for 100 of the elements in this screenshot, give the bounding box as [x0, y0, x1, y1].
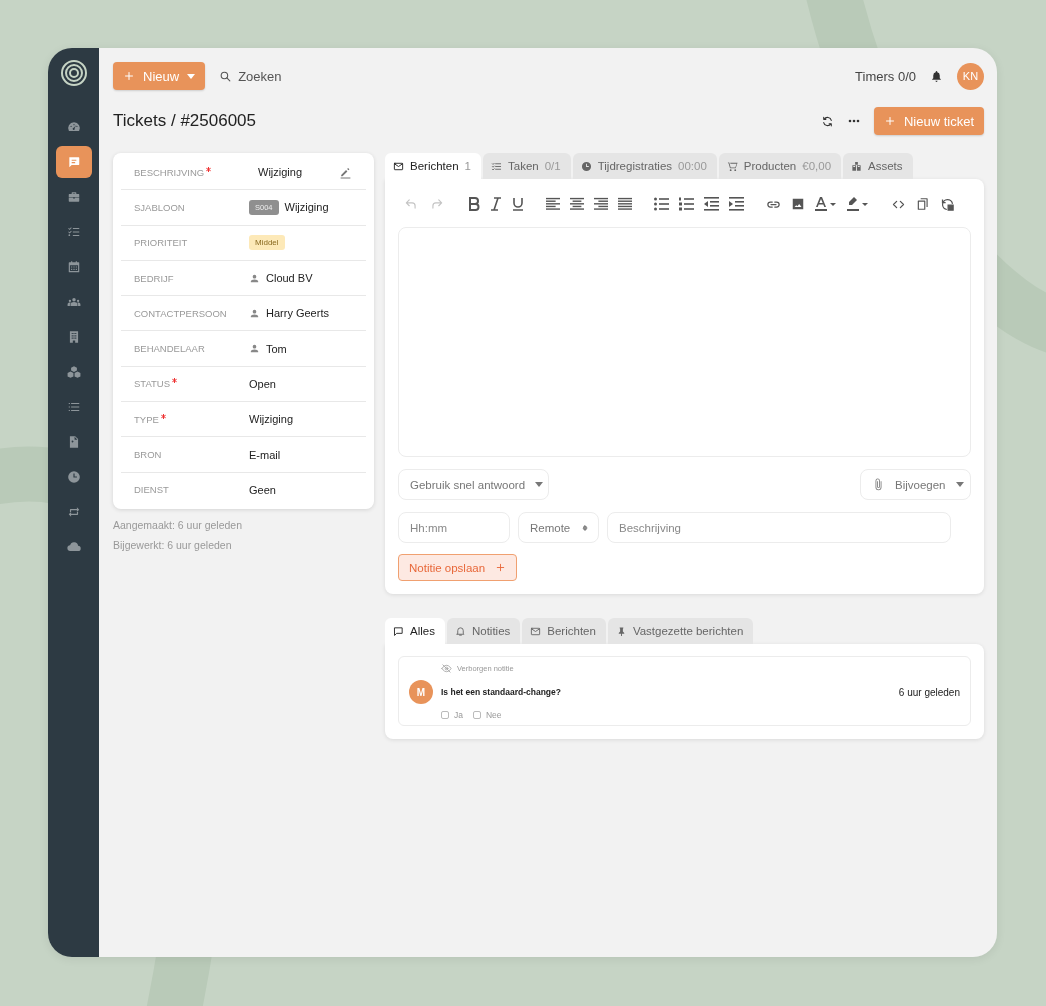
field-label: DIENST — [134, 484, 169, 496]
page-title: Tickets / #2506005 — [113, 111, 257, 131]
calendar-icon — [66, 260, 81, 274]
preview-icon[interactable] — [940, 196, 955, 212]
more-icon[interactable] — [847, 119, 860, 123]
indent-icon[interactable] — [729, 197, 744, 211]
time-field[interactable]: Hh:mm — [398, 512, 510, 543]
tab[interactable]: Tijdregistraties 00:00 — [572, 153, 717, 179]
field-value: E-mail — [249, 448, 281, 461]
numbered-list-icon[interactable] — [679, 197, 694, 211]
tab[interactable]: Notities — [446, 618, 521, 644]
checklist-icon — [66, 225, 81, 239]
image-icon — [791, 197, 805, 211]
field-label: BEHANDELAAR — [134, 343, 205, 355]
mail-icon — [393, 160, 404, 172]
eye-slash-icon — [441, 663, 452, 674]
refresh-icon — [820, 114, 834, 128]
tab[interactable]: Assets — [843, 153, 913, 179]
save-note-button[interactable]: Notitie opslaan — [398, 554, 518, 581]
field-value: Tom — [266, 342, 287, 355]
redo-icon — [430, 197, 444, 211]
align-center-icon[interactable] — [570, 197, 584, 211]
tab[interactable]: Berichten — [522, 618, 606, 644]
answer-option[interactable]: Ja — [441, 710, 463, 720]
tab[interactable]: Berichten 1 — [385, 153, 481, 179]
person-icon — [249, 272, 260, 284]
field-value: Wijziging — [249, 413, 293, 426]
priority-badge: Middel — [249, 235, 285, 251]
chat-icon — [393, 625, 404, 637]
required-marker-icon — [172, 378, 178, 384]
attach-dropdown[interactable]: Bijvoegen — [860, 469, 971, 500]
italic-icon[interactable] — [490, 197, 502, 211]
align-right-icon[interactable] — [594, 197, 608, 211]
timestamp-text: Aangemaakt: 6 uur geleden — [113, 518, 243, 531]
field-label: PRIORITEIT — [134, 237, 188, 249]
field-value: Harry Geerts — [266, 307, 329, 320]
mail-icon — [530, 625, 542, 637]
caret-icon — [535, 482, 544, 487]
field-label: BESCHRIJVING — [134, 166, 205, 178]
caret-icon — [187, 73, 196, 79]
field-value: Wijziging — [258, 166, 302, 179]
bold-icon[interactable] — [468, 197, 480, 211]
tab[interactable]: Taken 0/1 — [483, 153, 571, 179]
message-text: Is het een standaard-change? — [441, 687, 562, 697]
field-label: BRON — [134, 449, 162, 460]
description-field[interactable]: Beschrijving — [607, 512, 951, 543]
person-icon — [249, 343, 260, 355]
field-label: STATUS — [134, 378, 171, 390]
logo-icon[interactable] — [60, 60, 87, 86]
quick-reply-dropdown[interactable]: Gebruik snel antwoord — [398, 469, 549, 500]
bell-icon — [454, 625, 466, 637]
new-button[interactable]: Nieuw — [113, 62, 206, 90]
new-ticket-button[interactable]: Nieuw ticket — [873, 107, 984, 135]
plus-icon — [495, 562, 507, 573]
boxes-icon — [851, 160, 863, 172]
list-icon — [66, 400, 81, 414]
timestamp-text: Bijgewerkt: 6 uur geleden — [113, 538, 233, 551]
field-label: BEDRIJF — [134, 272, 174, 284]
field-value: Geen — [249, 483, 276, 496]
message-time: 6 uur geleden — [898, 686, 960, 698]
underline-icon[interactable] — [512, 197, 524, 211]
plus-icon — [883, 115, 896, 127]
bell-icon — [930, 69, 943, 83]
tab[interactable]: Vastgezette berichten — [607, 618, 754, 644]
field-label: TYPE — [134, 413, 159, 425]
field-value: Cloud BV — [266, 272, 313, 285]
location-select[interactable]: Remote — [518, 512, 599, 543]
field-value: Wijziging — [284, 201, 329, 214]
plus-icon — [123, 70, 135, 82]
tab[interactable]: Alles — [385, 618, 445, 644]
search-field[interactable]: Zoeken — [238, 68, 319, 84]
pencil-icon — [339, 165, 352, 179]
search-icon — [219, 69, 233, 83]
cloud-icon — [66, 540, 81, 554]
clock-icon — [66, 470, 81, 484]
outdent-icon[interactable] — [704, 197, 719, 211]
checklist-icon — [491, 160, 502, 172]
align-left-icon[interactable] — [546, 197, 560, 211]
undo-icon — [404, 197, 418, 211]
tab[interactable]: Producten €0,00 — [718, 153, 842, 179]
cubes-icon — [66, 365, 81, 379]
briefcase-icon — [66, 190, 81, 204]
align-justify-icon[interactable] — [618, 197, 632, 211]
sender-avatar: M — [409, 680, 433, 704]
cart-icon — [726, 160, 738, 172]
sidebar-item[interactable] — [55, 146, 92, 178]
highlight-icon[interactable] — [847, 196, 869, 212]
person-icon — [249, 307, 260, 319]
user-avatar[interactable]: KN — [957, 62, 984, 90]
caret-icon — [955, 482, 964, 487]
repeat-icon — [66, 505, 81, 519]
clock-icon — [580, 160, 592, 172]
text-color-icon[interactable] — [815, 196, 837, 212]
people-icon — [66, 295, 81, 309]
answer-option[interactable]: Nee — [473, 710, 502, 720]
bullet-list-icon[interactable] — [654, 197, 669, 211]
field-label: CONTACTPERSOON — [134, 307, 227, 319]
timers-link[interactable]: Timers 0/0 — [855, 68, 916, 84]
field-label: SJABLOON — [134, 201, 185, 213]
required-marker-icon — [206, 166, 212, 172]
